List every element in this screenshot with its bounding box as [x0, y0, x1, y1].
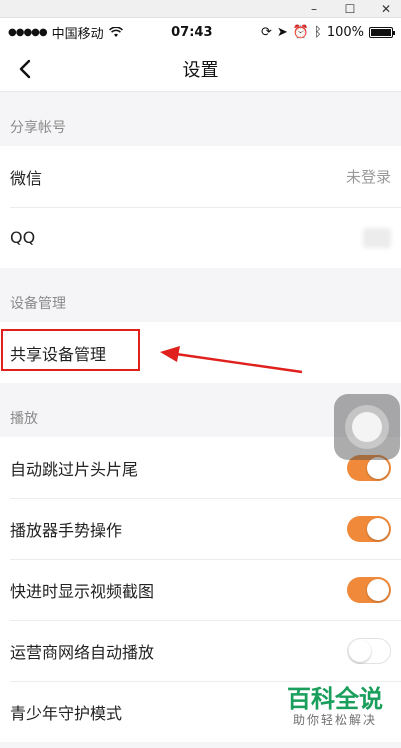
bluetooth-icon: ᛒ — [314, 24, 322, 40]
row-label: QQ — [10, 228, 36, 247]
settings-row-wechat[interactable]: 微信 未登录 — [0, 146, 401, 207]
wifi-icon — [108, 26, 123, 37]
rotation-lock-icon: ⟳ — [261, 24, 272, 40]
settings-row-qq[interactable]: QQ — [0, 207, 401, 268]
battery-icon — [369, 26, 395, 38]
row-label: 自动跳过片头片尾 — [10, 459, 139, 479]
gesture-toggle[interactable] — [347, 515, 391, 542]
assistive-touch-button[interactable] — [334, 394, 400, 460]
page-title: 设置 — [182, 59, 219, 81]
section-header-share: 分享帐号 — [0, 92, 401, 146]
battery-percent: 100% — [326, 24, 364, 40]
maximize-button[interactable]: ☐ — [343, 0, 357, 18]
settings-row-seek-preview: 快进时显示视频截图 — [0, 559, 401, 620]
minimize-button[interactable]: – — [307, 0, 321, 18]
alarm-icon: ⏰ — [292, 24, 310, 40]
seek-preview-toggle[interactable] — [347, 576, 391, 603]
signal-icon: ●●●●● — [8, 26, 48, 38]
close-button[interactable]: ✕ — [379, 0, 393, 18]
row-label: 青少年守护模式 — [10, 703, 123, 723]
settings-row-gestures: 播放器手势操作 — [0, 498, 401, 559]
row-label: 快进时显示视频截图 — [10, 581, 155, 601]
blurred-value — [363, 227, 391, 248]
nav-bar: 设置 — [0, 46, 401, 92]
status-bar: ●●●●● 中国移动 07:43 ⟳ ➤ ⏰ ᛒ 100% — [0, 18, 401, 46]
cellular-autoplay-toggle[interactable] — [347, 637, 391, 664]
window-controls: – ☐ ✕ — [0, 0, 401, 18]
settings-row-teen-mode[interactable]: 青少年守护模式 — [0, 681, 401, 742]
chevron-left-icon — [19, 59, 31, 79]
row-label: 播放器手势操作 — [10, 520, 123, 540]
section-header-device: 设备管理 — [0, 268, 401, 322]
row-label: 运营商网络自动播放 — [10, 642, 155, 662]
status-time: 07:43 — [171, 24, 213, 40]
back-button[interactable] — [10, 54, 40, 84]
carrier-name: 中国移动 — [51, 26, 104, 42]
settings-row-cellular-autoplay: 运营商网络自动播放 — [0, 620, 401, 681]
row-label: 微信 — [10, 168, 43, 188]
wechat-login-status: 未登录 — [345, 168, 391, 186]
location-icon: ➤ — [276, 24, 288, 40]
settings-row-shared-devices[interactable]: 共享设备管理 — [0, 322, 401, 383]
row-label: 共享设备管理 — [10, 344, 107, 364]
